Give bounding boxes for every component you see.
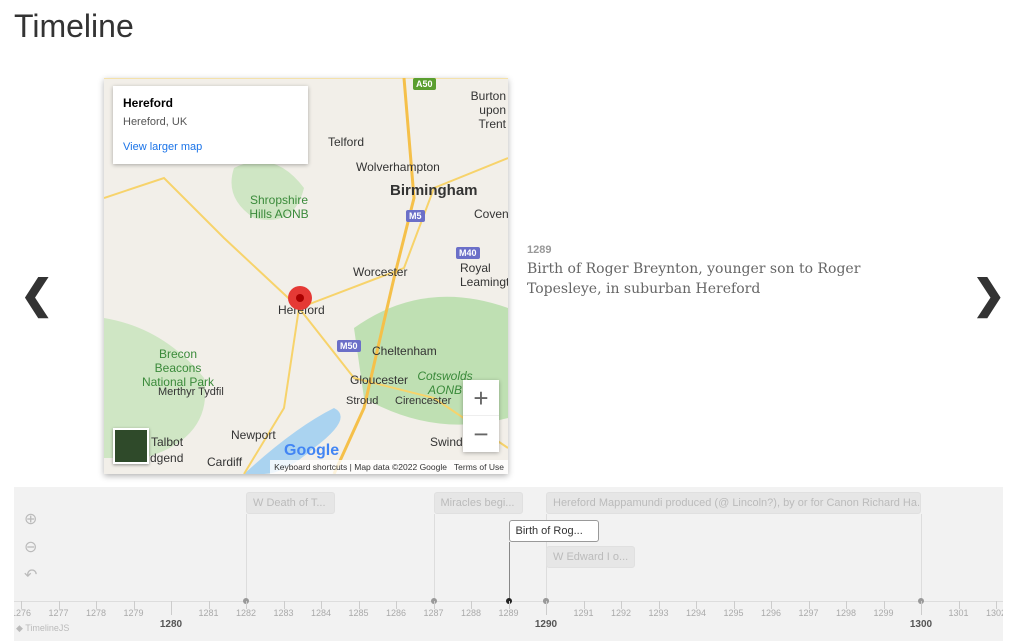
timeline-nav[interactable]: ⊕ ⊖ ↶ ◆ TimelineJS W Death of T... Miracl… <box>14 487 1003 641</box>
road-shield: M50 <box>337 340 361 352</box>
event-line <box>508 542 510 601</box>
axis-tick-label: 1291 <box>573 608 594 618</box>
map-data-text: Map data ©2022 Google <box>354 462 447 472</box>
timeline-event-marker[interactable]: W Death of T... <box>246 492 335 514</box>
map-info-window: Hereford Hereford, UK View larger map <box>113 86 308 164</box>
axis-tick <box>546 601 547 615</box>
map-label: Gloucester <box>350 373 409 387</box>
axis-tick-label: 1292 <box>610 608 632 618</box>
place-name: Hereford <box>123 96 174 110</box>
axis-tick-label: 1300 <box>909 619 933 630</box>
timeline-event-marker[interactable]: Birth of Rog... <box>508 520 599 542</box>
keyboard-shortcuts-link[interactable]: Keyboard shortcuts <box>274 462 347 472</box>
axis-tick-label: 1282 <box>235 608 257 618</box>
timelinejs-brand: ◆ TimelineJS <box>16 623 70 633</box>
axis-tick-label: 1290 <box>534 619 558 630</box>
event-line <box>546 568 547 601</box>
timeline-event-marker[interactable]: W Edward I o... <box>546 546 635 568</box>
axis-tick-label: 1302 <box>985 608 1003 618</box>
axis-tick-label: 1297 <box>798 608 819 618</box>
map-label: Newport <box>231 428 276 442</box>
zoom-out-icon[interactable]: ⊖ <box>24 537 37 557</box>
map-zoom-controls: + − <box>463 380 499 452</box>
axis-tick-label: 1295 <box>723 608 744 618</box>
map[interactable]: Telford Wolverhampton Birmingham Coventr… <box>104 78 508 474</box>
terms-link[interactable]: Terms of Use <box>454 462 504 472</box>
map-label: Stroud <box>346 395 379 407</box>
axis-tick-label: 1285 <box>348 608 369 618</box>
axis-tick <box>171 601 172 615</box>
road-shield: A50 <box>413 78 436 90</box>
satellite-toggle-button[interactable] <box>113 428 149 464</box>
map-zoom-out-button[interactable]: − <box>463 416 499 452</box>
axis-tick-label: 1298 <box>835 608 857 618</box>
map-label: Shropshire Hills AONB <box>249 193 309 221</box>
map-label: Brecon Beacons National Park <box>141 347 215 389</box>
axis-tick-label: 1280 <box>159 619 183 630</box>
axis-tick-label: 1281 <box>198 608 219 618</box>
slide-headline: Birth of Roger Breynton, younger son to … <box>527 261 861 297</box>
axis-tick-label: 1293 <box>648 608 669 618</box>
back-to-start-icon[interactable]: ↶ <box>24 565 37 585</box>
map-label: dgend <box>150 451 184 465</box>
road-shield: M40 <box>456 247 480 259</box>
axis-tick-label: 1284 <box>310 608 332 618</box>
axis-tick-label: 1286 <box>385 608 407 618</box>
timeline-event-marker[interactable]: Hereford Mappamundi produced (@ Lincoln?… <box>546 492 921 514</box>
axis-tick-label: 1279 <box>123 608 144 618</box>
map-attribution: Keyboard shortcuts | Map data ©2022 Goog… <box>270 460 508 474</box>
next-slide-button[interactable]: ❯ <box>972 272 1006 318</box>
axis-tick-label: 1277 <box>48 608 69 618</box>
map-label: Worcester <box>353 265 408 279</box>
axis-tick-label: 1287 <box>423 608 444 618</box>
axis-tick-label: 1276 <box>14 608 32 618</box>
map-zoom-in-button[interactable]: + <box>463 380 499 416</box>
map-label: Burton upon Trent <box>470 89 506 131</box>
timeline-event-marker[interactable]: Miracles begi... <box>433 492 523 514</box>
map-label: Birmingham <box>390 182 478 199</box>
road-shield: M5 <box>406 210 425 222</box>
google-logo: Google <box>284 442 340 459</box>
map-label: Coventry <box>474 207 508 221</box>
map-label: Wolverhampton <box>356 160 440 174</box>
place-address: Hereford, UK <box>123 116 188 128</box>
axis-tick-label: 1289 <box>498 608 519 618</box>
map-label: Cirencester <box>395 395 452 407</box>
event-line <box>246 514 247 601</box>
event-line <box>433 514 435 601</box>
map-label: Cheltenham <box>372 344 437 358</box>
page-title: Timeline <box>14 8 134 44</box>
axis-tick-label: 1288 <box>460 608 482 618</box>
axis-tick-label: 1296 <box>760 608 782 618</box>
axis-tick-label: 1301 <box>948 608 969 618</box>
map-label: Cardiff <box>207 455 243 469</box>
axis-tick-label: 1283 <box>273 608 294 618</box>
map-marker-icon[interactable] <box>288 286 312 310</box>
map-label: Royal Leamington <box>460 261 508 289</box>
view-larger-map-link[interactable]: View larger map <box>123 141 298 153</box>
axis-tick-label: 1278 <box>85 608 107 618</box>
zoom-in-icon[interactable]: ⊕ <box>24 509 37 529</box>
slide-text: 1289 Birth of Roger Breynton, younger so… <box>527 244 927 299</box>
slide-date: 1289 <box>527 244 552 256</box>
map-label: Talbot <box>151 435 184 449</box>
axis-tick-label: 1299 <box>873 608 894 618</box>
axis-tick-label: 1294 <box>685 608 707 618</box>
map-label: Telford <box>328 135 365 149</box>
previous-slide-button[interactable]: ❮ <box>20 272 54 318</box>
axis-tick <box>921 601 922 615</box>
map-label: Merthyr Tydfil <box>158 386 224 398</box>
event-line <box>921 514 922 601</box>
